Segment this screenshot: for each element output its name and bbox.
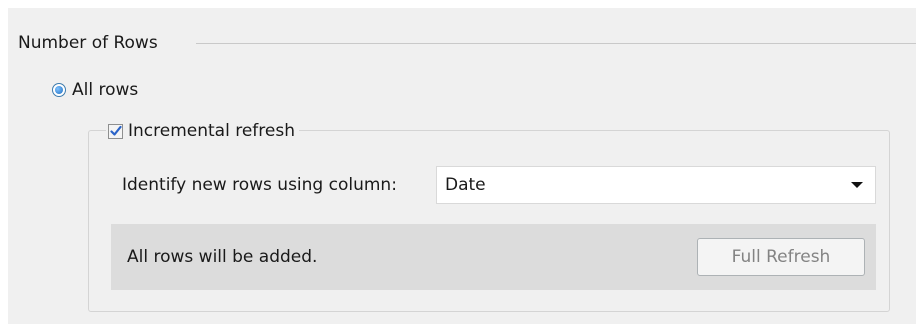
full-refresh-button[interactable]: Full Refresh [697,238,865,276]
radio-selected-icon[interactable] [52,83,66,97]
group-divider [196,43,916,44]
incremental-refresh-label: Incremental refresh [128,121,295,141]
all-rows-label: All rows [72,80,139,100]
dropdown-selected-value: Date [445,175,486,195]
identify-column-dropdown[interactable]: Date [436,166,876,204]
all-rows-radio-option[interactable]: All rows [52,78,138,102]
status-message: All rows will be added. [127,247,318,267]
checkmark-icon [109,125,122,136]
caret-down-icon[interactable] [849,180,865,190]
status-area: All rows will be added. Full Refresh [111,224,876,290]
radio-dot [55,86,63,94]
identify-column-label: Identify new rows using column: [122,175,397,195]
incremental-refresh-checkbox-option[interactable]: Incremental refresh [106,119,299,143]
number-of-rows-group-title: Number of Rows [18,32,166,54]
incremental-refresh-checkbox[interactable] [108,123,123,139]
